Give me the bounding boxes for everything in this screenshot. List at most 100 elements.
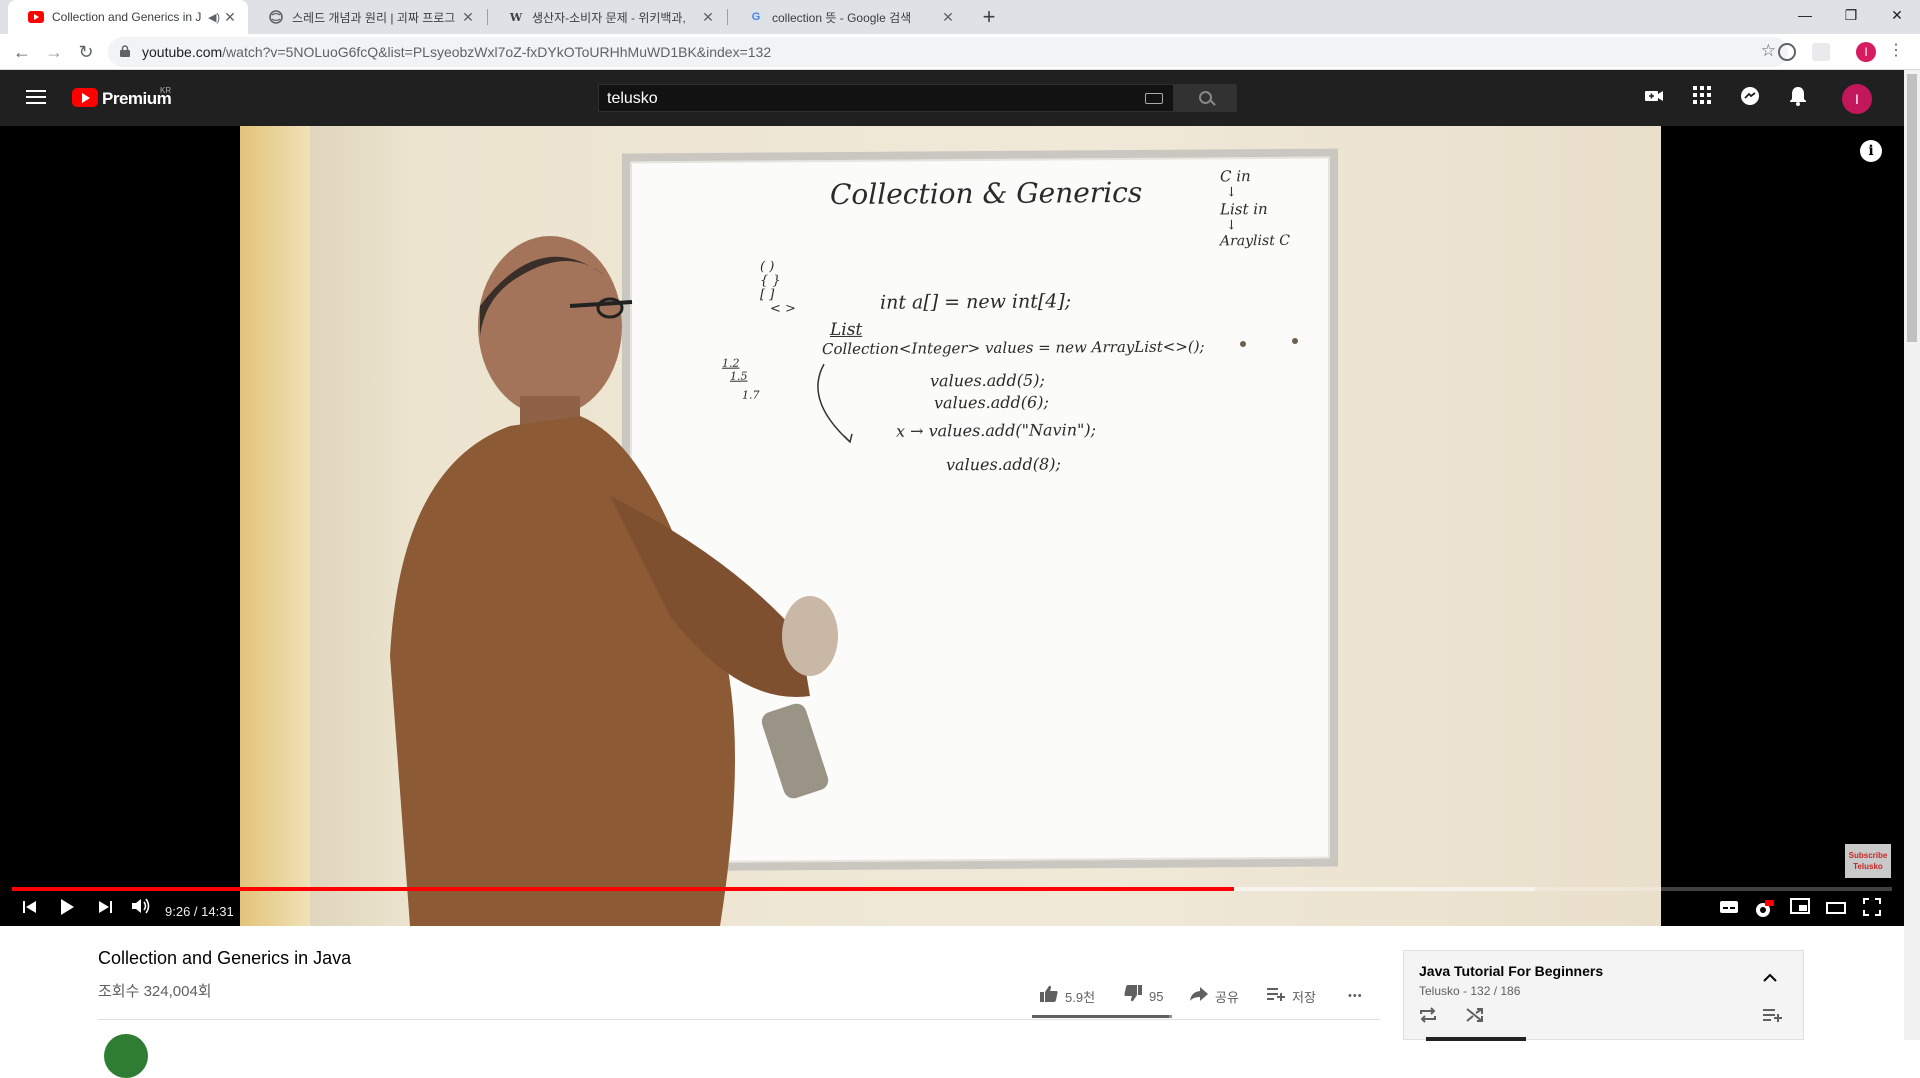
tab-youtube[interactable]: Collection and Generics in J ◀) ✕ xyxy=(8,0,248,34)
search-input[interactable] xyxy=(607,89,1107,109)
chevron-up-icon[interactable] xyxy=(1763,969,1777,985)
account-avatar[interactable]: I xyxy=(1842,84,1872,114)
info-icon[interactable]: i xyxy=(1860,140,1882,162)
dislike-button[interactable]: 95 xyxy=(1124,982,1163,1010)
info-divider xyxy=(98,1019,1380,1020)
view-count: 조회수 324,004회 xyxy=(98,983,212,1000)
time-display: 9:26 / 14:31 xyxy=(165,904,234,919)
board-line-add8: values.add(8); xyxy=(946,454,1061,475)
close-tab-icon[interactable]: ✕ xyxy=(700,9,716,26)
audio-icon[interactable]: ◀) xyxy=(206,11,222,24)
share-button[interactable]: 공유 xyxy=(1190,982,1239,1010)
thumbs-up-icon xyxy=(1040,985,1058,1007)
tab-title: 스레드 개념과 원리 | 괴짜 프로그 xyxy=(292,10,456,25)
save-label: 저장 xyxy=(1292,989,1316,1005)
settings-gear-icon[interactable] xyxy=(1752,898,1776,922)
board-line-add6: values.add(6); xyxy=(934,392,1049,413)
playlist-menu-icon[interactable] xyxy=(1763,1007,1783,1027)
create-video-icon[interactable] xyxy=(1642,86,1666,110)
close-tab-icon[interactable]: ✕ xyxy=(460,9,476,26)
forward-icon[interactable]: → xyxy=(40,38,68,66)
playlist-subtitle: Telusko - 132 / 186 xyxy=(1419,984,1521,998)
thumbs-down-icon xyxy=(1124,985,1142,1007)
wall-spot xyxy=(1292,338,1298,344)
bookmark-star-icon[interactable]: ☆ xyxy=(1761,41,1776,61)
playlist-add-icon xyxy=(1267,986,1285,1006)
loop-icon[interactable] xyxy=(1418,1007,1438,1028)
tab-wikipedia[interactable]: W 생산자-소비자 문제 - 위키백과, ✕ xyxy=(488,0,726,34)
globe-icon xyxy=(268,9,284,25)
url-text: youtube.com/watch?v=5NOLuoG6fcQ&list=PLs… xyxy=(142,44,771,60)
youtube-logo-icon[interactable] xyxy=(72,88,98,107)
browser-toolbar: ← → ↻ youtube.com/watch?v=5NOLuoG6fcQ&li… xyxy=(0,34,1920,70)
extension-sync-icon[interactable] xyxy=(1778,43,1796,61)
video-title: Collection and Generics in Java xyxy=(98,948,352,968)
sentiment-bar xyxy=(1032,1015,1172,1018)
tab-thread[interactable]: 스레드 개념과 원리 | 괴짜 프로그 ✕ xyxy=(248,0,486,34)
youtube-icon xyxy=(28,9,44,25)
shuffle-icon[interactable] xyxy=(1466,1007,1484,1028)
progress-bar[interactable] xyxy=(12,887,1892,891)
apps-grid-icon[interactable] xyxy=(1690,86,1714,110)
restore-icon[interactable]: ❐ xyxy=(1828,0,1874,30)
like-button[interactable]: 5.9천 xyxy=(1040,982,1095,1010)
channel-watermark[interactable]: Subscribe Telusko xyxy=(1845,844,1891,878)
save-button[interactable]: 저장 xyxy=(1267,982,1316,1010)
address-bar[interactable]: youtube.com/watch?v=5NOLuoG6fcQ&list=PLs… xyxy=(108,37,1788,67)
extension-icon[interactable] xyxy=(1812,43,1830,61)
messages-icon[interactable] xyxy=(1738,86,1762,110)
board-corner-line: Araylist C xyxy=(1220,232,1290,250)
wall-spot xyxy=(1240,341,1246,347)
back-icon[interactable]: ← xyxy=(8,38,36,66)
url-path: /watch?v=5NOLuoG6fcQ&list=PLsyeobzWxl7oZ… xyxy=(222,44,772,60)
dislike-count: 95 xyxy=(1149,988,1164,1004)
minimize-icon[interactable]: — xyxy=(1782,0,1828,30)
browser-menu-icon[interactable]: ⋮ xyxy=(1888,40,1904,60)
miniplayer-icon[interactable] xyxy=(1788,898,1812,922)
reload-icon[interactable]: ↻ xyxy=(72,38,100,66)
played-bar xyxy=(12,887,1234,891)
browser-profile-avatar[interactable]: I xyxy=(1856,42,1876,62)
tab-title: Collection and Generics in J xyxy=(52,10,202,24)
more-actions-button[interactable]: ••• xyxy=(1348,982,1363,1010)
board-corner-line: C in xyxy=(1220,167,1251,186)
keyboard-icon[interactable] xyxy=(1145,93,1163,104)
playlist-thumbnail[interactable] xyxy=(1426,1037,1526,1041)
video-player[interactable]: Collection & Generics C in ↓ List in ↓ A… xyxy=(0,126,1904,926)
board-line-add5: values.add(5); xyxy=(930,370,1045,391)
url-host: youtube.com xyxy=(142,44,223,60)
subtitles-icon[interactable] xyxy=(1717,898,1741,922)
close-tab-icon[interactable]: ✕ xyxy=(222,9,238,26)
board-corner-notes: C in ↓ List in ↓ Araylist C xyxy=(1220,167,1330,250)
menu-icon[interactable] xyxy=(26,90,46,108)
scrollbar-thumb[interactable] xyxy=(1907,74,1917,342)
region-label: KR xyxy=(160,86,172,95)
board-title: Collection & Generics xyxy=(830,175,1143,212)
channel-avatar[interactable] xyxy=(104,1034,148,1078)
lock-icon xyxy=(120,45,130,57)
fullscreen-icon[interactable] xyxy=(1860,898,1884,922)
close-window-icon[interactable]: ✕ xyxy=(1874,0,1920,30)
theater-mode-icon[interactable] xyxy=(1824,898,1848,922)
search-button[interactable] xyxy=(1173,84,1237,112)
share-arrow-icon xyxy=(1190,986,1208,1006)
page-scrollbar[interactable] xyxy=(1904,70,1920,1040)
notifications-bell-icon[interactable] xyxy=(1786,86,1810,110)
previous-icon[interactable] xyxy=(18,898,42,922)
like-count: 5.9천 xyxy=(1065,989,1096,1005)
board-corner-line: List in xyxy=(1220,199,1268,219)
new-tab-button[interactable]: + xyxy=(976,4,1002,30)
volume-icon[interactable] xyxy=(129,898,153,922)
tab-google[interactable]: G collection 뜻 - Google 검색 ✕ xyxy=(728,0,966,34)
playlist-title[interactable]: Java Tutorial For Beginners xyxy=(1419,963,1603,979)
google-icon: G xyxy=(751,11,761,23)
playlist-panel: Java Tutorial For Beginners Telusko - 13… xyxy=(1403,950,1804,1041)
tab-title: collection 뜻 - Google 검색 xyxy=(772,10,912,25)
close-tab-icon[interactable]: ✕ xyxy=(940,9,956,26)
player-controls: 9:26 / 14:31 xyxy=(0,894,1904,926)
board-corner-arrow: ↓ xyxy=(1226,218,1237,234)
browser-tab-strip: Collection and Generics in J ◀) ✕ 스레드 개념… xyxy=(0,0,1920,34)
video-frame: Collection & Generics C in ↓ List in ↓ A… xyxy=(240,126,1661,926)
next-icon[interactable] xyxy=(93,898,117,922)
play-icon[interactable] xyxy=(55,898,79,922)
